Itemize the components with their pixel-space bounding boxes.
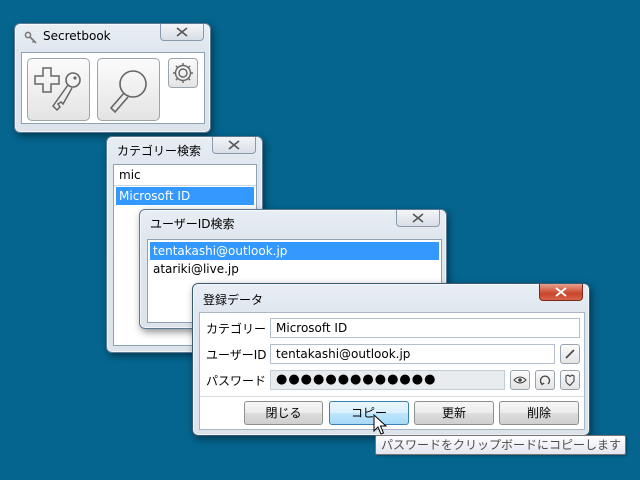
window-title: ユーザーID検索 [150, 217, 235, 231]
close-button[interactable] [539, 284, 583, 301]
category-list[interactable]: Microsoft ID [116, 187, 254, 205]
gear-icon [173, 63, 193, 83]
category-label: カテゴリー [206, 322, 267, 336]
secretbook-window: Secretbook [14, 23, 211, 133]
userid-label: ユーザーID [206, 348, 267, 362]
userid-field[interactable]: tentakashi@outlook.jp [270, 344, 555, 364]
registration-panel: カテゴリー Microsoft ID ユーザーID tentakashi@out… [199, 312, 585, 430]
close-button[interactable] [396, 210, 440, 227]
edit-button[interactable] [560, 344, 580, 364]
delete-button[interactable]: 削除 [499, 401, 579, 425]
close-button[interactable] [212, 137, 256, 154]
window-title: カテゴリー検索 [117, 144, 202, 158]
generate-password-button[interactable] [535, 370, 555, 390]
eye-icon [513, 376, 527, 384]
shield-button[interactable] [560, 370, 580, 390]
close-icon [228, 140, 240, 150]
close-button[interactable] [160, 24, 204, 41]
key-icon [24, 31, 38, 48]
close-dialog-button[interactable]: 閉じる [244, 401, 323, 425]
mouse-cursor-icon [373, 414, 387, 435]
update-button[interactable]: 更新 [414, 401, 494, 425]
registration-window: 登録データ カテゴリー Microsoft ID ユーザーID tentakas… [192, 283, 590, 436]
divider [200, 396, 584, 397]
search-button[interactable] [97, 58, 160, 121]
close-icon [176, 27, 188, 37]
list-item[interactable]: tentakashi@outlook.jp [150, 242, 439, 260]
category-field[interactable]: Microsoft ID [270, 318, 580, 338]
refresh-icon [539, 375, 551, 386]
settings-button[interactable] [168, 58, 198, 88]
close-icon [412, 213, 424, 223]
close-icon [555, 287, 567, 297]
copy-button[interactable]: コピー [329, 401, 409, 425]
list-item[interactable]: atariki@live.jp [150, 260, 439, 278]
toolbar-panel [21, 52, 205, 124]
window-title: Secretbook [43, 29, 111, 43]
password-label: パスワード [206, 374, 267, 388]
password-field[interactable]: ●●●●●●●●●●●●● [270, 370, 505, 390]
shield-icon [565, 374, 575, 386]
copy-tooltip: パスワードをクリップボードにコピーします [375, 435, 626, 455]
add-entry-button[interactable] [27, 58, 90, 121]
window-title: 登録データ [203, 293, 264, 307]
plus-key-icon [33, 66, 81, 111]
list-item[interactable]: Microsoft ID [116, 187, 254, 205]
magnifier-icon [109, 69, 147, 113]
show-password-button[interactable] [510, 370, 530, 390]
pencil-icon [565, 349, 575, 359]
category-search-input[interactable]: mic [114, 165, 256, 186]
